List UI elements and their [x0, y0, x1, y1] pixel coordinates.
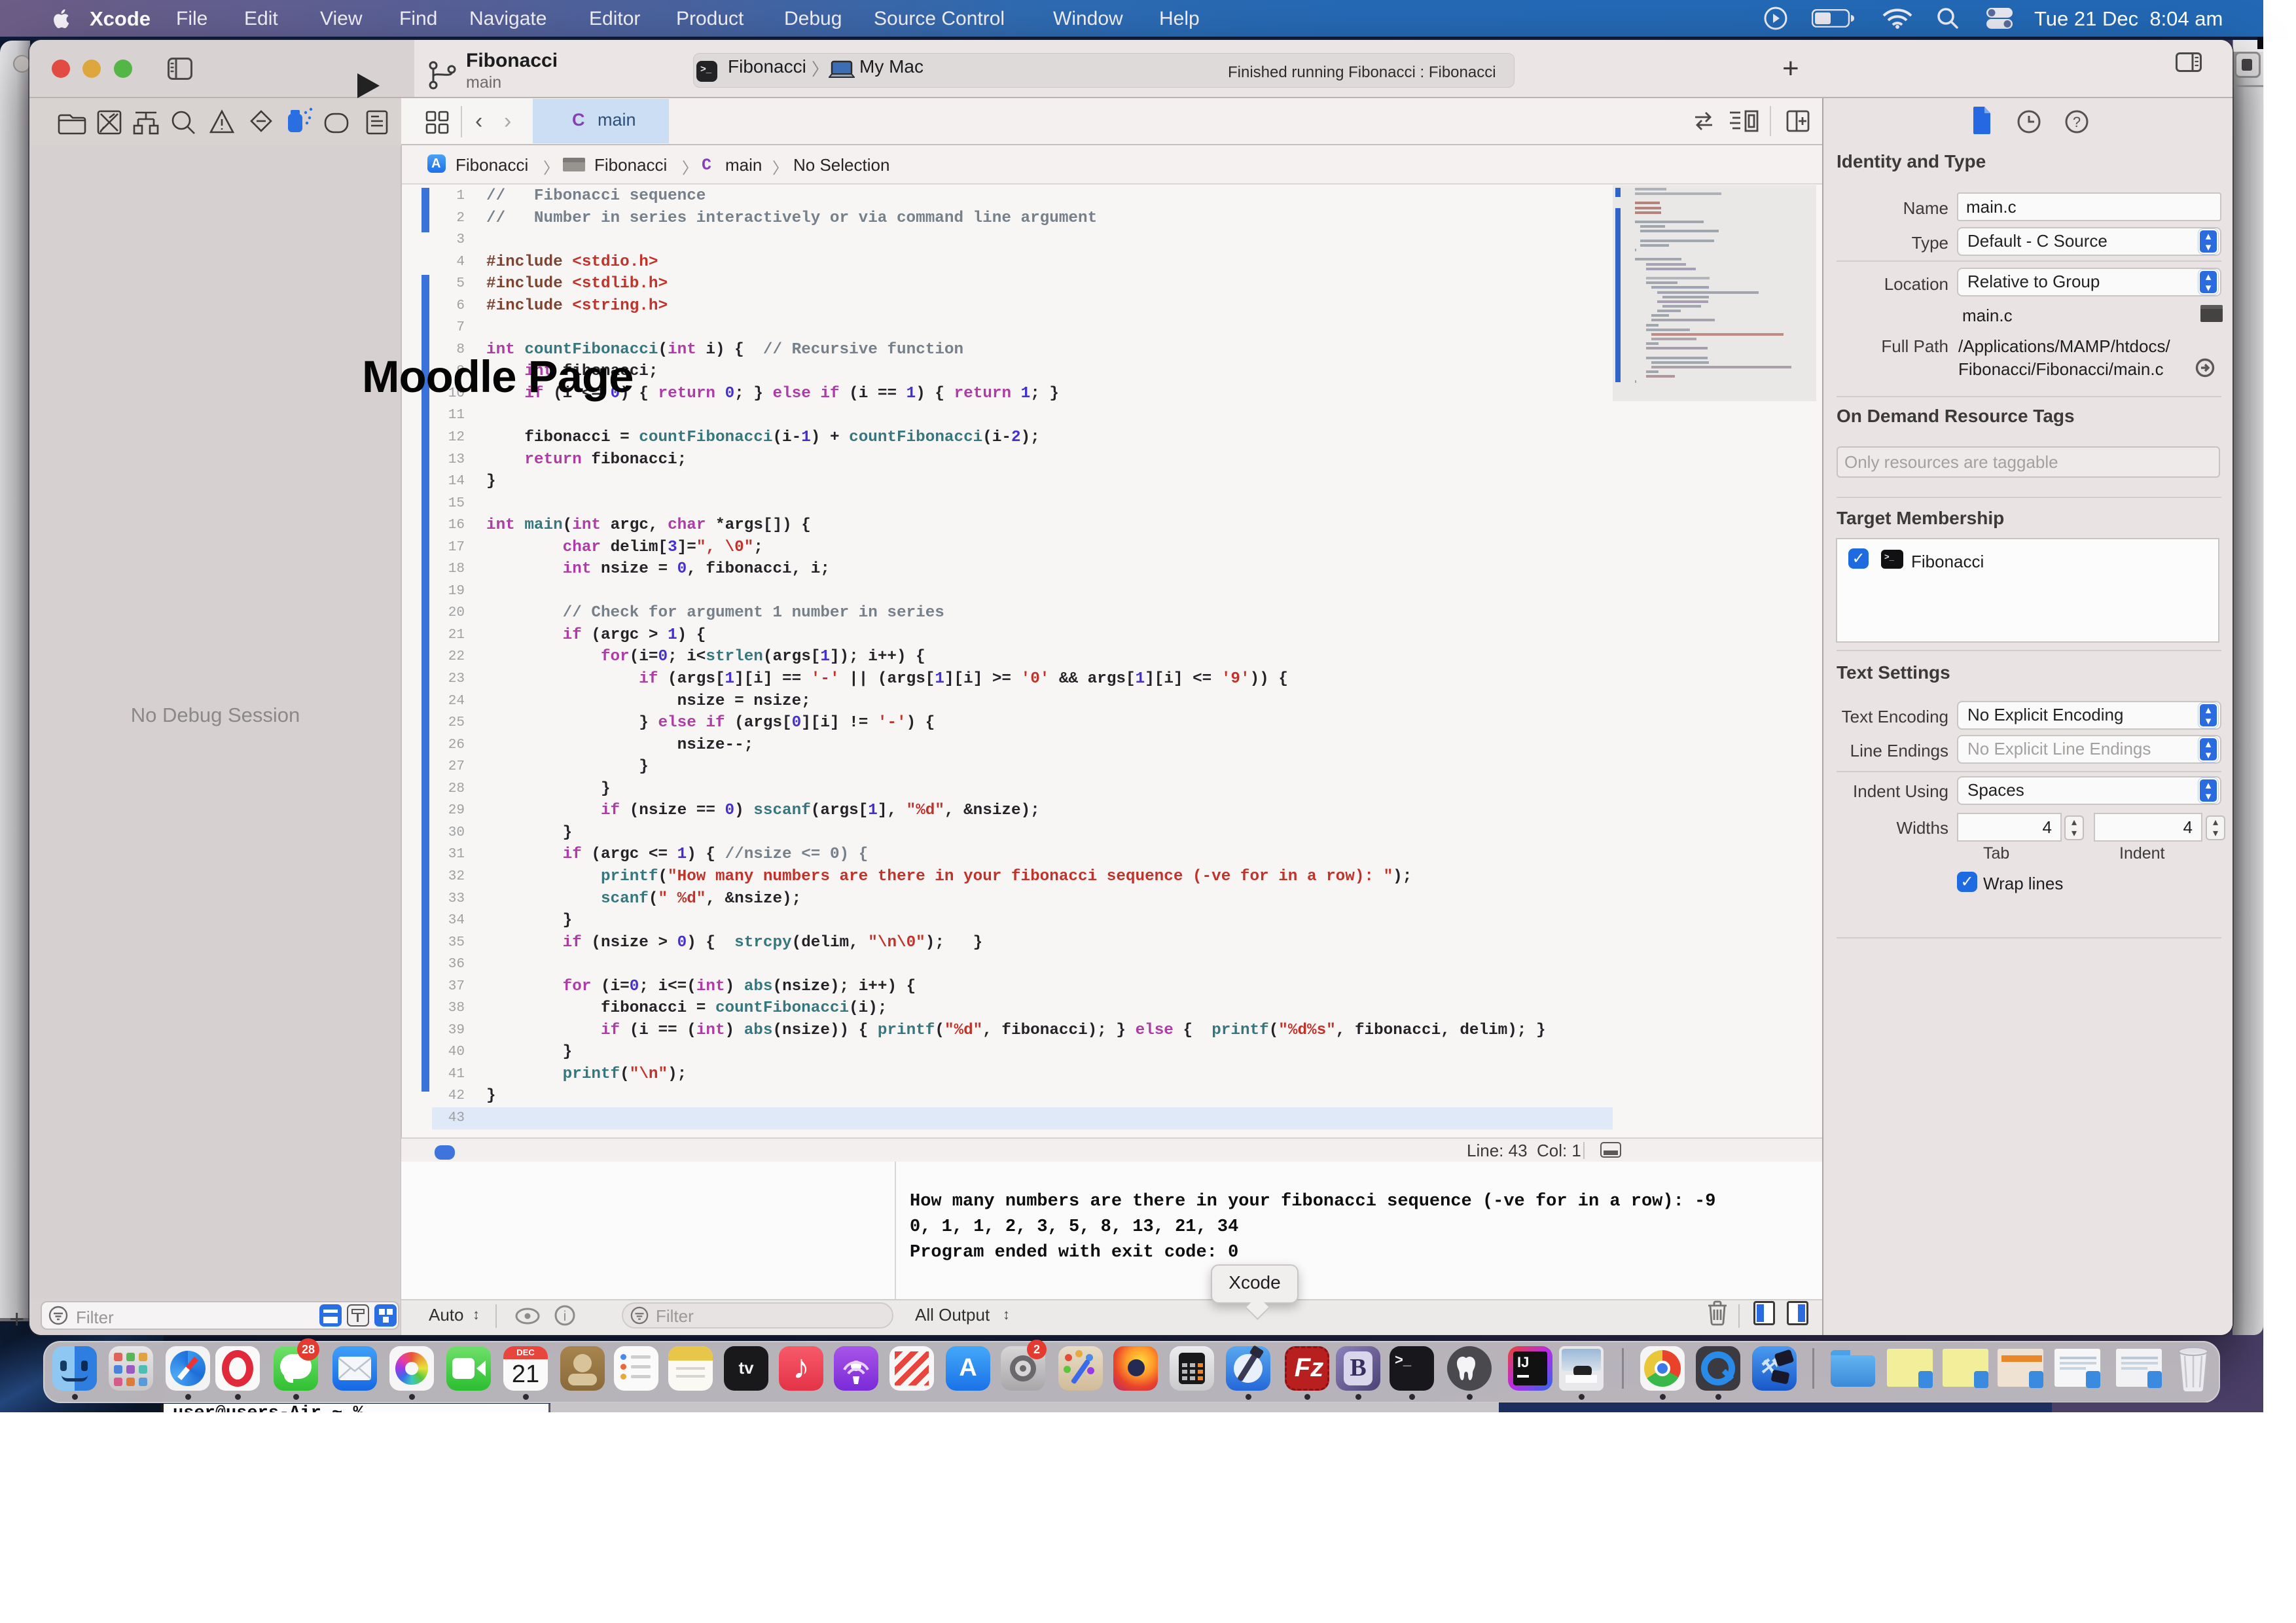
svg-text:?: ?	[2073, 114, 2081, 130]
svg-text:i: i	[564, 1309, 567, 1324]
